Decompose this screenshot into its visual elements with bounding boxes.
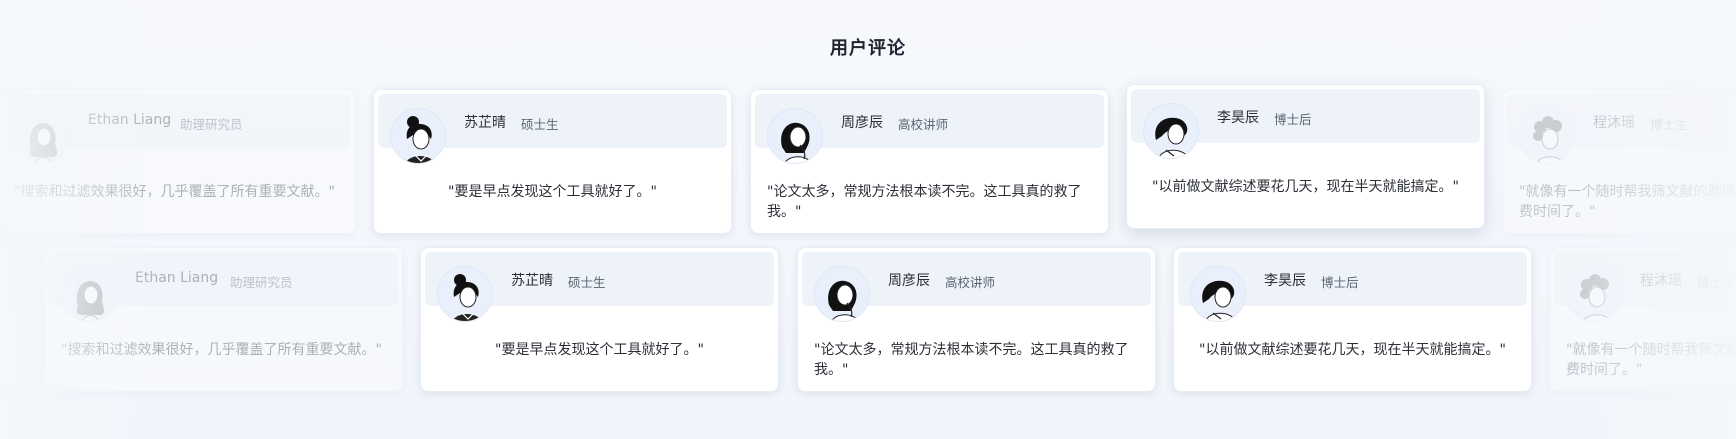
card-header xyxy=(0,252,19,306)
reviewer-role: 助理研究员 xyxy=(230,275,293,290)
woman-short-hair-avatar-icon xyxy=(1202,280,1237,321)
avatar xyxy=(1519,108,1575,164)
curly-hair-avatar-icon xyxy=(1533,116,1564,163)
review-quote: "要是早点发现这个工具就好了。" xyxy=(448,184,657,200)
review-card[interactable]: 李昊辰 博士后 "以前做文献综述要花几天，现在半天就能搞定。" xyxy=(1173,247,1532,392)
section-title: 用户评论 xyxy=(830,38,906,59)
reviewer-name: 李昊辰 xyxy=(1264,273,1306,289)
reviewer-role: 博士后 xyxy=(1321,275,1359,290)
reviews-row-2: Ethan Liang 助理研究员 "搜索和过滤效果很好，几乎覆盖了所有重要文献… xyxy=(0,247,1736,397)
avatar xyxy=(14,108,70,164)
reviewer-role: 高校讲师 xyxy=(945,275,996,290)
review-card[interactable]: 苏芷晴 硕士生 "要是早点发现这个工具就好了。" xyxy=(420,247,779,392)
woman-bun-avatar-icon xyxy=(405,116,435,163)
review-card[interactable]: 程沐瑶 博士生 "就像有一个随时帮我筛文献的助理，节省了我好多费时间了。" xyxy=(1502,89,1736,234)
review-card[interactable]: 李昊辰 博士后 "以前做文献综述要花几天，现在半天就能搞定。" xyxy=(1126,84,1485,229)
reviewer-name: 周彦辰 xyxy=(888,273,930,289)
reviewer-role: 博士生 xyxy=(1697,275,1735,290)
reviewer-name: 李昊辰 xyxy=(1217,110,1259,126)
avatar xyxy=(390,108,446,164)
reviewer-role: 高校讲师 xyxy=(898,117,949,132)
woman-bun-avatar-icon xyxy=(452,274,482,321)
reviewer-role: 博士后 xyxy=(1274,112,1312,127)
review-quote: "搜索和过滤效果很好，几乎覆盖了所有重要文献。" xyxy=(14,184,335,200)
reviewer-name: 周彦辰 xyxy=(841,115,883,131)
avatar xyxy=(767,108,823,164)
review-quote: "论文太多，常规方法根本读不完。这工具真的救了我。" xyxy=(767,184,1082,220)
review-card[interactable]: Ethan Liang 助理研究员 "搜索和过滤效果很好，几乎覆盖了所有重要文献… xyxy=(44,247,403,392)
review-quote: "要是早点发现这个工具就好了。" xyxy=(495,342,704,358)
reviewer-name: 苏芷晴 xyxy=(464,115,506,131)
reviewer-role: 助理研究员 xyxy=(180,117,243,132)
reviewer-name: 程沐瑶 xyxy=(1640,273,1682,289)
reviewer-name: Ethan Liang xyxy=(88,112,172,128)
review-quote: "以前做文献综述要花几天，现在半天就能搞定。" xyxy=(1152,179,1459,195)
review-card[interactable] xyxy=(0,247,24,392)
woman-hand-on-chin-avatar-icon xyxy=(781,122,812,163)
reviewer-name: Ethan Liang xyxy=(135,270,219,286)
reviewer-role: 硕士生 xyxy=(568,275,606,290)
woman-long-hair-avatar-icon xyxy=(76,281,105,321)
avatar xyxy=(437,266,493,322)
reviewer-name: 程沐瑶 xyxy=(1593,115,1635,131)
woman-long-hair-avatar-icon xyxy=(29,123,58,163)
review-quote: "以前做文献综述要花几天，现在半天就能搞定。" xyxy=(1199,342,1506,358)
avatar xyxy=(61,266,117,322)
reviewer-name: 苏芷晴 xyxy=(511,273,553,289)
review-card[interactable]: 苏芷晴 硕士生 "要是早点发现这个工具就好了。" xyxy=(373,89,732,234)
woman-hand-on-chin-avatar-icon xyxy=(828,280,859,321)
review-quote: "就像有一个随时帮我筛文献的助理，节省了我好多费时间了。" xyxy=(1519,184,1736,220)
avatar xyxy=(1143,103,1199,159)
woman-short-hair-avatar-icon xyxy=(1155,117,1190,158)
review-quote: "搜索和过滤效果很好，几乎覆盖了所有重要文献。" xyxy=(61,342,382,358)
curly-hair-avatar-icon xyxy=(1580,274,1611,321)
avatar xyxy=(814,266,870,322)
review-card[interactable]: Ethan Liang 助理研究员 "搜索和过滤效果很好，几乎覆盖了所有重要文献… xyxy=(0,89,356,234)
review-card[interactable]: 周彦辰 高校讲师 "论文太多，常规方法根本读不完。这工具真的救了我。" xyxy=(750,89,1109,234)
reviewer-role: 硕士生 xyxy=(521,117,559,132)
reviews-row-1: Ethan Liang 助理研究员 "搜索和过滤效果很好，几乎覆盖了所有重要文献… xyxy=(0,84,1736,239)
review-quote: "论文太多，常规方法根本读不完。这工具真的救了我。" xyxy=(814,342,1129,378)
avatar xyxy=(1566,266,1622,322)
reviewer-role: 博士生 xyxy=(1650,117,1688,132)
avatar xyxy=(1190,266,1246,322)
review-card[interactable]: 周彦辰 高校讲师 "论文太多，常规方法根本读不完。这工具真的救了我。" xyxy=(797,247,1156,392)
review-quote: "就像有一个随时帮我筛文献的助理，节省了我好多费时间了。" xyxy=(1566,342,1736,378)
review-card[interactable]: 程沐瑶 博士生 "就像有一个随时帮我筛文献的助理，节省了我好多费时间了。" xyxy=(1549,247,1736,392)
